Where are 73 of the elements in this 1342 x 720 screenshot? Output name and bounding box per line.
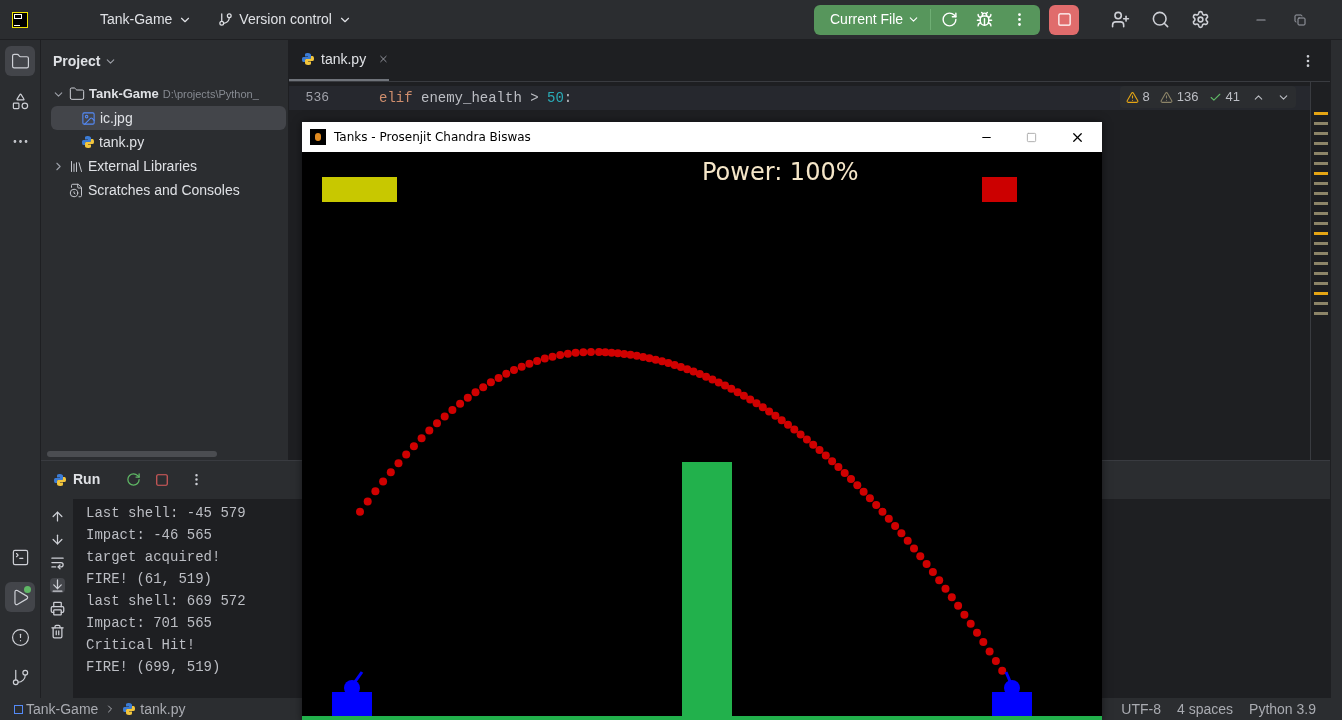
warning-icon	[1125, 90, 1139, 104]
settings-icon[interactable]	[1191, 10, 1210, 29]
library-icon	[69, 158, 84, 174]
tab-label: tank.py	[321, 49, 367, 69]
panel-title[interactable]: Run	[73, 469, 101, 490]
status-item[interactable]: UTF-8	[1121, 698, 1161, 720]
scroll-to-end-icon[interactable]	[49, 578, 65, 593]
power-label: Power: 100%	[702, 157, 859, 188]
line-number: 536	[304, 89, 329, 108]
typo-count: 41	[1225, 88, 1240, 107]
app-icon	[310, 129, 326, 145]
item-path: D:\projects\Python_	[162, 86, 259, 102]
editor-tab[interactable]: tank.py	[289, 39, 389, 81]
weak-warning-count: 136	[1176, 88, 1199, 107]
python-icon	[122, 702, 137, 716]
item-label: Tank-Game	[89, 85, 159, 104]
console-line: Impact: -46 565	[86, 526, 214, 545]
console-line: Impact: 701 565	[86, 614, 214, 633]
tree-item[interactable]: External Libraries	[51, 154, 286, 178]
item-label: Scratches and Consoles	[88, 180, 240, 200]
up-icon[interactable]	[49, 509, 65, 524]
module-icon	[14, 704, 23, 714]
window-title: Tanks - Prosenjit Chandra Biswas	[334, 129, 531, 146]
scratches-icon	[69, 182, 84, 198]
stop-icon[interactable]	[155, 472, 170, 487]
console-line: Critical Hit!	[86, 636, 197, 655]
item-label: ic.jpg	[100, 108, 133, 128]
status-item[interactable]: 4 spaces	[1177, 698, 1234, 720]
restore-icon[interactable]	[1294, 13, 1306, 26]
tree-item[interactable]: ic.jpg	[51, 106, 286, 130]
vcs-selector[interactable]: Version control	[218, 9, 352, 30]
branch-icon	[218, 12, 234, 27]
breadcrumb[interactable]: tank.py	[140, 698, 186, 720]
python-icon	[53, 472, 67, 487]
delete-icon[interactable]	[49, 624, 65, 639]
tank	[992, 671, 1032, 716]
tree-item[interactable]: Tank-Game D:\projects\Python_	[51, 82, 286, 106]
console-line: target acquired!	[86, 548, 222, 567]
folder-icon	[69, 86, 85, 102]
rerun-icon[interactable]	[941, 11, 959, 28]
stop-icon	[1056, 12, 1072, 27]
inspection-widget[interactable]: 8 136 41	[1119, 86, 1296, 108]
item-label: tank.py	[99, 132, 145, 152]
python-icon	[81, 135, 95, 149]
tree-item[interactable]: Scratches and Consoles	[51, 178, 286, 202]
warning-count: 8	[1142, 88, 1150, 107]
console-line: FIRE! (61, 519)	[86, 570, 214, 589]
down-icon[interactable]	[49, 532, 65, 547]
tank	[332, 671, 372, 716]
tree-item[interactable]: tank.py	[51, 130, 286, 154]
folder-icon[interactable]	[5, 46, 35, 76]
project-selector[interactable]: Tank-Game	[100, 9, 193, 30]
console-line: FIRE! (699, 519)	[86, 658, 222, 677]
add-user-icon[interactable]	[1111, 10, 1130, 29]
search-icon[interactable]	[1151, 10, 1170, 29]
status-item[interactable]: Python 3.9	[1249, 698, 1316, 720]
run-icon[interactable]	[5, 582, 35, 612]
rerun-icon[interactable]	[126, 472, 142, 487]
panel-title[interactable]: Project	[53, 50, 101, 72]
weak-warning-icon	[1159, 90, 1173, 104]
image-file-icon	[81, 110, 96, 126]
python-icon	[301, 52, 315, 66]
console-line: Last shell: -45 579	[86, 504, 246, 523]
item-label: External Libraries	[88, 156, 197, 176]
print-icon[interactable]	[49, 601, 65, 616]
run-configuration-selector[interactable]: Current File	[814, 9, 932, 30]
wrap-icon[interactable]	[49, 555, 65, 570]
debug-icon[interactable]	[976, 11, 994, 28]
stop-button[interactable]	[1049, 4, 1079, 35]
breadcrumb[interactable]: Tank-Game	[26, 698, 99, 720]
console-line: last shell: 669 572	[86, 592, 246, 611]
app-logo-icon	[12, 11, 28, 28]
scrollbar[interactable]	[47, 451, 217, 457]
